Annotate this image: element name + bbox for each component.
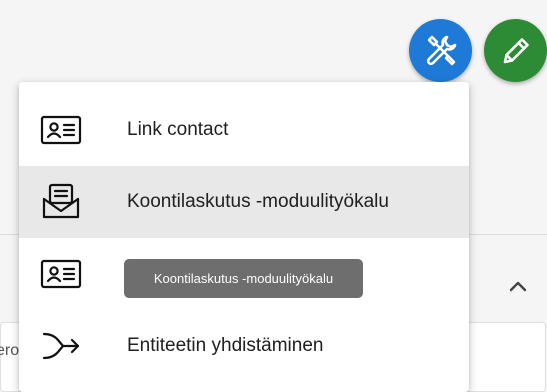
menu-item-label: Koontilaskutus -moduulityökalu — [127, 191, 389, 212]
background-card-text: ero — [0, 342, 20, 359]
tools-icon — [426, 35, 456, 65]
menu-item-koontilaskutus[interactable]: Koontilaskutus -moduulityökalu — [19, 166, 469, 238]
merge-arrow-icon — [40, 326, 82, 366]
contact-card-icon — [40, 110, 82, 150]
inbox-envelope-icon — [40, 182, 82, 222]
pencil-icon — [503, 37, 529, 63]
edit-button[interactable] — [484, 19, 547, 82]
menu-item-label: Entiteetin yhdistäminen — [127, 335, 324, 356]
menu-item-entity-merge[interactable]: Entiteetin yhdistäminen — [19, 310, 469, 382]
tools-button[interactable] — [409, 19, 472, 82]
chevron-up-icon[interactable] — [508, 276, 528, 296]
menu-item-link-contact[interactable]: Link contact — [19, 94, 469, 166]
menu-item-label: Link contact — [127, 119, 229, 140]
tooltip: Koontilaskutus -moduulityökalu — [124, 259, 363, 298]
contact-card-icon — [40, 254, 82, 294]
actions-menu: Link contact Koontilaskutus -moduulityök… — [19, 82, 469, 392]
